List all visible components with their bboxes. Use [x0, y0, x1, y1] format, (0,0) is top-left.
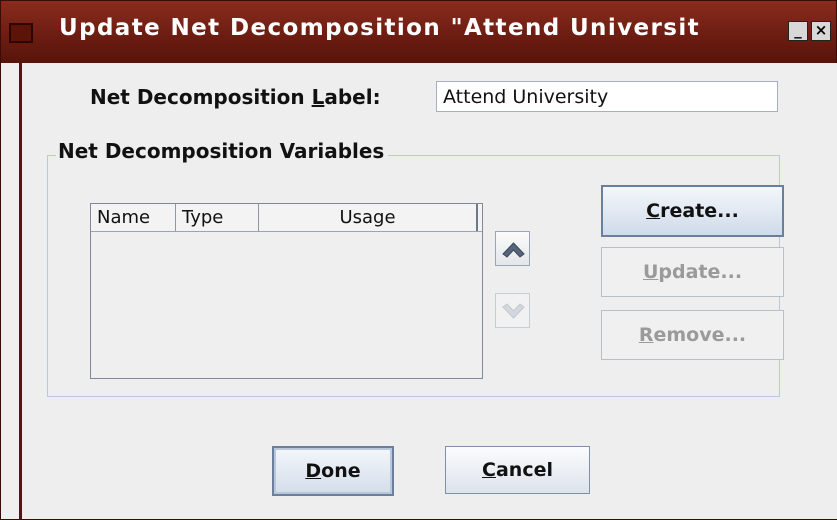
dialog-window: Update Net Decomposition "Attend Univers…	[0, 0, 837, 520]
close-button[interactable]: ×	[811, 21, 831, 41]
move-up-button[interactable]	[495, 231, 530, 266]
net-decomposition-label-input[interactable]	[436, 81, 778, 112]
update-mnemonic: U	[642, 261, 659, 283]
chevron-down-icon	[502, 303, 525, 319]
done-button[interactable]: Done	[272, 446, 394, 496]
create-button[interactable]: Create...	[601, 185, 784, 237]
net-decomposition-label: Net Decomposition Label:	[90, 85, 381, 109]
remove-label: emove...	[653, 324, 747, 346]
dialog-content: Net Decomposition Label: Net Decompositi…	[19, 63, 837, 519]
move-down-button[interactable]	[495, 293, 530, 328]
label-mnemonic: L	[311, 85, 325, 109]
remove-mnemonic: R	[638, 324, 654, 346]
cancel-button[interactable]: Cancel	[445, 446, 590, 494]
column-header-usage[interactable]: Usage	[259, 204, 478, 231]
create-mnemonic: C	[646, 200, 661, 222]
column-header-name[interactable]: Name	[91, 204, 176, 231]
variables-table[interactable]: Name Type Usage	[90, 203, 483, 379]
cancel-mnemonic: C	[482, 459, 496, 481]
update-button[interactable]: Update...	[601, 247, 784, 297]
create-label: reate...	[660, 200, 739, 222]
chevron-up-icon	[502, 242, 525, 258]
update-label: pdate...	[658, 261, 743, 283]
remove-button[interactable]: Remove...	[601, 310, 784, 360]
title-bar[interactable]: Update Net Decomposition "Attend Univers…	[1, 1, 836, 63]
table-header: Name Type Usage	[91, 204, 482, 232]
cancel-label: ancel	[495, 459, 553, 481]
label-text-end: abel:	[324, 85, 381, 109]
done-mnemonic: D	[305, 460, 322, 482]
variables-group-title: Net Decomposition Variables	[56, 139, 389, 163]
done-label: one	[321, 460, 361, 482]
minimize-button[interactable]: _	[788, 21, 808, 41]
window-menu-icon[interactable]	[9, 23, 33, 43]
label-text-start: Net Decomposition	[90, 85, 312, 109]
window-title: Update Net Decomposition "Attend Univers…	[59, 15, 701, 41]
column-header-type[interactable]: Type	[176, 204, 259, 231]
